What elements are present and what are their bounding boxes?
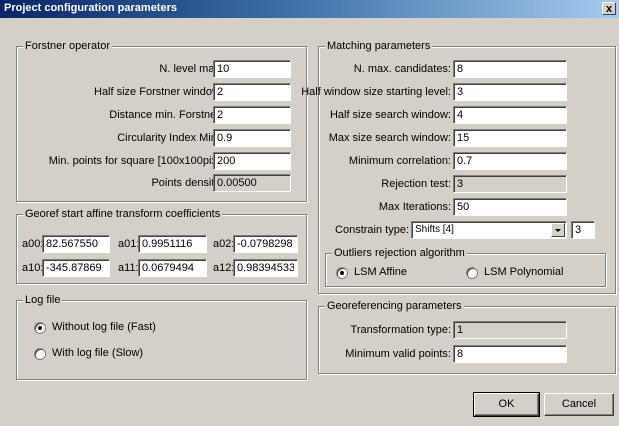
constrain-type-select[interactable]: Shifts [4] — [411, 221, 567, 239]
georef-affine-legend: Georef start affine transform coefficien… — [23, 208, 223, 220]
max-candidates-label: N. max. candidates: — [353, 63, 451, 75]
constrain-type-label: Constrain type: — [335, 224, 409, 236]
min-corr-field[interactable] — [453, 152, 567, 170]
constrain-extra-field[interactable] — [571, 221, 595, 239]
lsm-polynomial-label[interactable]: LSM Polynomial — [484, 266, 563, 278]
window-title: Project configuration parameters — [4, 2, 177, 14]
config-dialog: Project configuration parameters x Forst… — [0, 0, 619, 426]
with-log-radio[interactable] — [34, 348, 46, 360]
close-button[interactable]: x — [602, 2, 616, 15]
points-density-value: 0.00500 — [213, 174, 291, 192]
matching-group: Matching parameters N. max. candidates: … — [301, 40, 616, 294]
half-window-start-field[interactable] — [453, 83, 567, 101]
cancel-button[interactable]: Cancel — [544, 393, 614, 416]
log-file-legend: Log file — [23, 294, 63, 306]
min-points-field[interactable] — [213, 152, 291, 170]
circularity-field[interactable] — [213, 129, 291, 147]
georef-affine-group: Georef start affine transform coefficien… — [16, 208, 307, 284]
log-file-group: Log file Without log file (Fast) With lo… — [16, 294, 307, 380]
a00-field[interactable] — [42, 235, 110, 253]
forstner-legend: Forstner operator — [23, 40, 112, 52]
a00-label: a00: — [22, 238, 44, 250]
half-window-start-label: Half window size starting level: — [301, 86, 451, 98]
a01-label: a01: — [118, 238, 140, 250]
half-size-forstner-field[interactable] — [213, 83, 291, 101]
min-corr-label: Minimum correlation: — [348, 155, 451, 167]
n-level-max-field[interactable] — [213, 60, 291, 78]
a02-field[interactable] — [233, 235, 298, 253]
lsm-polynomial-radio[interactable] — [466, 267, 478, 279]
lsm-affine-radio[interactable] — [336, 267, 348, 279]
matching-legend: Matching parameters — [325, 40, 433, 52]
outliers-legend: Outliers rejection algorithm — [332, 247, 467, 259]
half-search-label: Half size search window: — [329, 109, 451, 121]
rejection-test-label: Rejection test: — [381, 178, 451, 190]
a01-field[interactable] — [138, 235, 207, 253]
min-valid-points-label: Minimum valid points: — [345, 348, 451, 360]
a12-label: a12: — [213, 262, 235, 274]
distance-min-field[interactable] — [213, 106, 291, 124]
a10-label: a10: — [22, 262, 44, 274]
constrain-type-value: Shifts [4] — [415, 224, 454, 235]
max-iterations-label: Max Iterations: — [378, 201, 451, 213]
outliers-group: Outliers rejection algorithm LSM Affine … — [325, 247, 606, 287]
a11-label: a11: — [118, 262, 139, 274]
rejection-test-value: 3 — [453, 175, 567, 193]
lsm-affine-label[interactable]: LSM Affine — [354, 266, 407, 278]
a02-label: a02: — [213, 238, 235, 250]
georef-params-legend: Georeferencing parameters — [325, 300, 464, 312]
georef-params-group: Georeferencing parameters Transformation… — [318, 300, 616, 374]
a11-field[interactable] — [138, 259, 207, 277]
max-candidates-field[interactable] — [453, 60, 567, 78]
chevron-down-icon[interactable] — [551, 223, 565, 237]
transformation-type-value: 1 — [453, 321, 567, 339]
transformation-type-label: Transformation type: — [350, 324, 451, 336]
title-bar: Project configuration parameters x — [0, 0, 619, 18]
without-log-label[interactable]: Without log file (Fast) — [52, 321, 156, 333]
ok-button[interactable]: OK — [473, 392, 540, 417]
max-search-field[interactable] — [453, 129, 567, 147]
without-log-radio[interactable] — [34, 322, 46, 334]
with-log-label[interactable]: With log file (Slow) — [52, 347, 143, 359]
min-points-label: Min. points for square [100x100pix]: — [48, 155, 223, 167]
a10-field[interactable] — [42, 259, 110, 277]
a12-field[interactable] — [233, 259, 298, 277]
half-size-forstner-label: Half size Forstner window: — [94, 86, 223, 98]
max-search-label: Max size search window: — [328, 132, 451, 144]
distance-min-label: Distance min. Forstner: — [109, 109, 223, 121]
forstner-group: Forstner operator N. level max: Half siz… — [16, 40, 307, 202]
min-valid-points-field[interactable] — [453, 345, 567, 363]
circularity-label: Circularity Index Min.: — [117, 132, 223, 144]
half-search-field[interactable] — [453, 106, 567, 124]
max-iterations-field[interactable] — [453, 198, 567, 216]
